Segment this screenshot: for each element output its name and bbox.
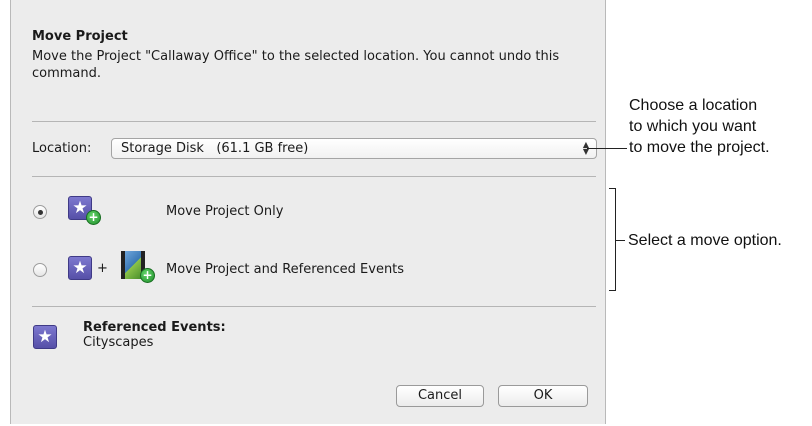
star-project-icon: ★ xyxy=(33,325,57,349)
radio-move-project-only[interactable] xyxy=(33,205,47,219)
green-plus-badge-icon: + xyxy=(86,210,101,225)
location-value: Storage Disk (61.1 GB free) xyxy=(121,141,309,156)
separator xyxy=(32,306,596,307)
green-plus-badge-icon: + xyxy=(140,268,155,283)
callout-location-leader-line xyxy=(587,148,627,149)
callout-location-line-1: Choose a location xyxy=(629,97,758,114)
callout-location-line-2: to which you want xyxy=(629,118,757,135)
separator xyxy=(32,121,596,122)
radio-move-project-and-events[interactable] xyxy=(33,263,47,277)
callout-options-bracket-top xyxy=(609,188,616,189)
referenced-events-value: Cityscapes xyxy=(83,335,154,350)
callout-location: Choose a location to which you want to m… xyxy=(629,95,770,158)
plus-sign: + xyxy=(97,261,108,276)
option-label-move-project-only: Move Project Only xyxy=(166,204,284,219)
star-project-icon: ★ xyxy=(68,256,92,280)
dialog-description: Move the Project "Callaway Office" to th… xyxy=(32,49,560,81)
callout-options-leader-line xyxy=(615,240,625,241)
radio-selected-dot xyxy=(38,210,43,215)
callout-options-bracket-bottom xyxy=(609,290,616,291)
move-project-dialog: Move Project Move the Project "Callaway … xyxy=(10,0,606,424)
cancel-button[interactable]: Cancel xyxy=(396,385,484,407)
location-label: Location: xyxy=(32,141,92,156)
location-popup[interactable]: Storage Disk (61.1 GB free) ▲ ▼ xyxy=(111,138,597,159)
option-label-move-project-and-events: Move Project and Referenced Events xyxy=(166,262,405,277)
callout-location-line-3: to move the project. xyxy=(629,139,770,156)
dialog-title: Move Project xyxy=(32,29,128,44)
ok-button[interactable]: OK xyxy=(498,385,588,407)
callout-options: Select a move option. xyxy=(628,232,782,249)
separator xyxy=(32,176,596,177)
referenced-events-title: Referenced Events: xyxy=(83,320,226,335)
